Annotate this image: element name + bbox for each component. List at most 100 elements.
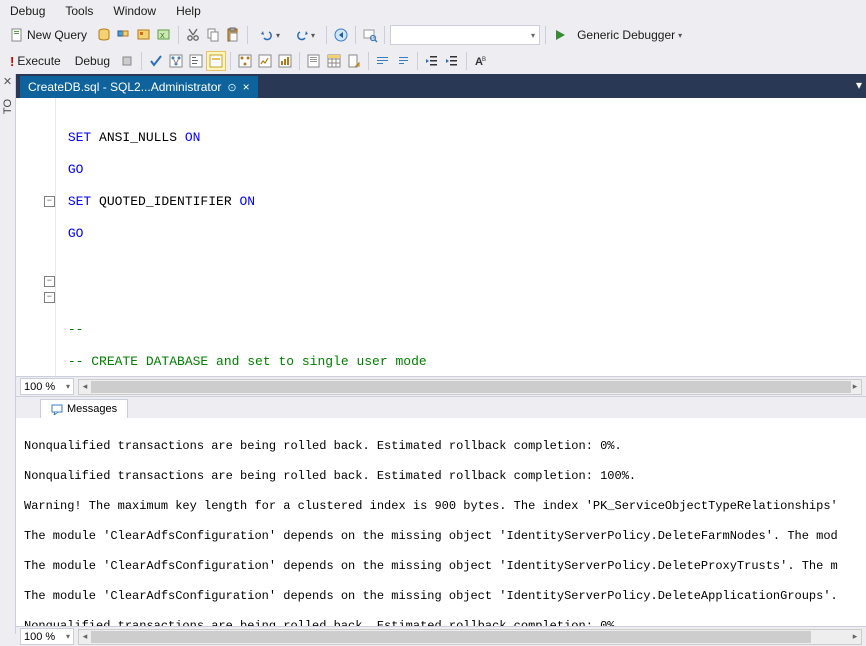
new-query-label: New Query (27, 28, 87, 42)
redo-button[interactable]: ▾ (288, 26, 321, 44)
scroll-right-icon[interactable]: ▸ (849, 630, 861, 644)
code-editor[interactable]: − − − SET ANSI_NULLS ON GO SET QUOTED_ID… (16, 98, 866, 376)
messages-statusbar: 100 %▾ ◂ ▸ (16, 626, 866, 646)
close-dock-icon[interactable]: ✕ (1, 75, 15, 89)
scroll-left-icon[interactable]: ◂ (79, 380, 91, 394)
cut-icon[interactable] (184, 26, 202, 44)
separator (466, 52, 467, 70)
results-file-icon[interactable] (345, 52, 363, 70)
decrease-indent-icon[interactable] (423, 52, 441, 70)
left-dock-strip: ✕ TO (0, 74, 16, 634)
analysis-mdx-query-icon[interactable] (115, 26, 133, 44)
results-tabbar: Messages (16, 396, 866, 418)
editor-hscrollbar[interactable]: ◂ ▸ (78, 379, 862, 395)
editor-wrap: − − − SET ANSI_NULLS ON GO SET QUOTED_ID… (16, 98, 866, 376)
execute-label: Execute (17, 54, 60, 68)
solution-configs-combo[interactable]: ▾ (390, 25, 540, 45)
separator (247, 26, 248, 44)
live-stats-icon[interactable] (256, 52, 274, 70)
copy-icon[interactable] (204, 26, 222, 44)
query-options-icon[interactable] (187, 52, 205, 70)
analysis-xmla-query-icon[interactable]: X (155, 26, 173, 44)
code-text: -- CREATE DATABASE and set to single use… (68, 354, 427, 369)
message-line: Nonqualified transactions are being roll… (24, 619, 858, 626)
close-tab-icon[interactable]: × (243, 80, 250, 94)
separator (178, 26, 179, 44)
vertical-dock-label[interactable]: TO (2, 99, 14, 114)
document-tabbar: CreateDB.sql - SQL2...Administrator ⊙ × … (16, 74, 866, 98)
actual-plan-icon[interactable] (236, 52, 254, 70)
fold-minus-icon[interactable]: − (44, 276, 55, 287)
toolbar-main: New Query X ▾ ▾ ▾ Generic Debugger ▾ (0, 22, 866, 48)
code-text: ON (239, 194, 255, 209)
undo-button[interactable]: ▾ (253, 26, 286, 44)
navigate-back-icon[interactable] (332, 26, 350, 44)
separator (355, 26, 356, 44)
code-text: GO (68, 226, 84, 241)
scroll-right-icon[interactable]: ▸ (849, 380, 861, 394)
comment-icon[interactable] (374, 52, 392, 70)
menu-help[interactable]: Help (166, 2, 211, 20)
analysis-dmx-query-icon[interactable] (135, 26, 153, 44)
separator (384, 26, 385, 44)
execute-exclaim-icon: ! (10, 54, 14, 69)
menubar: Debug Tools Window Help (0, 0, 866, 22)
separator (417, 52, 418, 70)
redo-icon (294, 28, 308, 42)
svg-text:X: X (160, 33, 165, 40)
message-line: The module 'ClearAdfsConfiguration' depe… (24, 529, 858, 544)
new-query-button[interactable]: New Query (4, 26, 93, 44)
separator (141, 52, 142, 70)
fold-minus-icon[interactable]: − (44, 292, 55, 303)
zoom-combo-editor[interactable]: 100 %▾ (20, 378, 74, 395)
find-icon[interactable] (361, 26, 379, 44)
cancel-query-icon[interactable] (118, 52, 136, 70)
message-line: Nonqualified transactions are being roll… (24, 439, 858, 454)
tab-createdb-sql[interactable]: CreateDB.sql - SQL2...Administrator ⊙ × (20, 76, 258, 98)
toolbar-sql: ! Execute Debug AB (0, 48, 866, 74)
pin-icon[interactable]: ⊙ (227, 81, 236, 94)
messages-icon (51, 403, 63, 415)
database-engine-query-icon[interactable] (95, 26, 113, 44)
uncomment-icon[interactable] (394, 52, 412, 70)
generic-debugger-label: Generic Debugger (577, 28, 675, 42)
code-text: SET (68, 194, 91, 209)
start-icon[interactable] (551, 26, 569, 44)
separator (230, 52, 231, 70)
fold-minus-icon[interactable]: − (44, 196, 55, 207)
messages-hscrollbar[interactable]: ◂ ▸ (78, 629, 862, 645)
scroll-left-icon[interactable]: ◂ (79, 630, 91, 644)
code-text: QUOTED_IDENTIFIER (91, 194, 239, 209)
results-text-icon[interactable] (305, 52, 323, 70)
parse-icon[interactable] (147, 52, 165, 70)
execute-button[interactable]: ! Execute (4, 52, 67, 71)
menu-tools[interactable]: Tools (55, 2, 103, 20)
specify-values-icon[interactable]: AB (472, 52, 490, 70)
tab-title: CreateDB.sql - SQL2...Administrator (28, 80, 221, 94)
estimated-plan-icon[interactable] (167, 52, 185, 70)
generic-debugger-combo[interactable]: Generic Debugger ▾ (571, 26, 688, 44)
scroll-thumb[interactable] (91, 381, 851, 393)
separator (545, 26, 546, 44)
editor-gutter: − − − (16, 98, 56, 376)
undo-icon (259, 28, 273, 42)
separator (326, 26, 327, 44)
zoom-combo-messages[interactable]: 100 %▾ (20, 628, 74, 645)
code-text: -- (68, 322, 84, 337)
increase-indent-icon[interactable] (443, 52, 461, 70)
messages-tab-label: Messages (67, 403, 117, 415)
zoom-value: 100 % (24, 381, 55, 393)
message-line: The module 'ClearAdfsConfiguration' depe… (24, 559, 858, 574)
message-line: Warning! The maximum key length for a cl… (24, 499, 858, 514)
messages-output[interactable]: Nonqualified transactions are being roll… (16, 418, 866, 626)
client-stats-icon[interactable] (276, 52, 294, 70)
messages-tab[interactable]: Messages (40, 399, 128, 418)
menu-window[interactable]: Window (103, 2, 166, 20)
intellisense-icon[interactable] (207, 52, 225, 70)
menu-debug[interactable]: Debug (0, 2, 55, 20)
separator (368, 52, 369, 70)
results-grid-icon[interactable] (325, 52, 343, 70)
paste-icon[interactable] (224, 26, 242, 44)
debug-button[interactable]: Debug (69, 52, 116, 70)
tab-overflow-icon[interactable]: ▾ (856, 78, 862, 92)
